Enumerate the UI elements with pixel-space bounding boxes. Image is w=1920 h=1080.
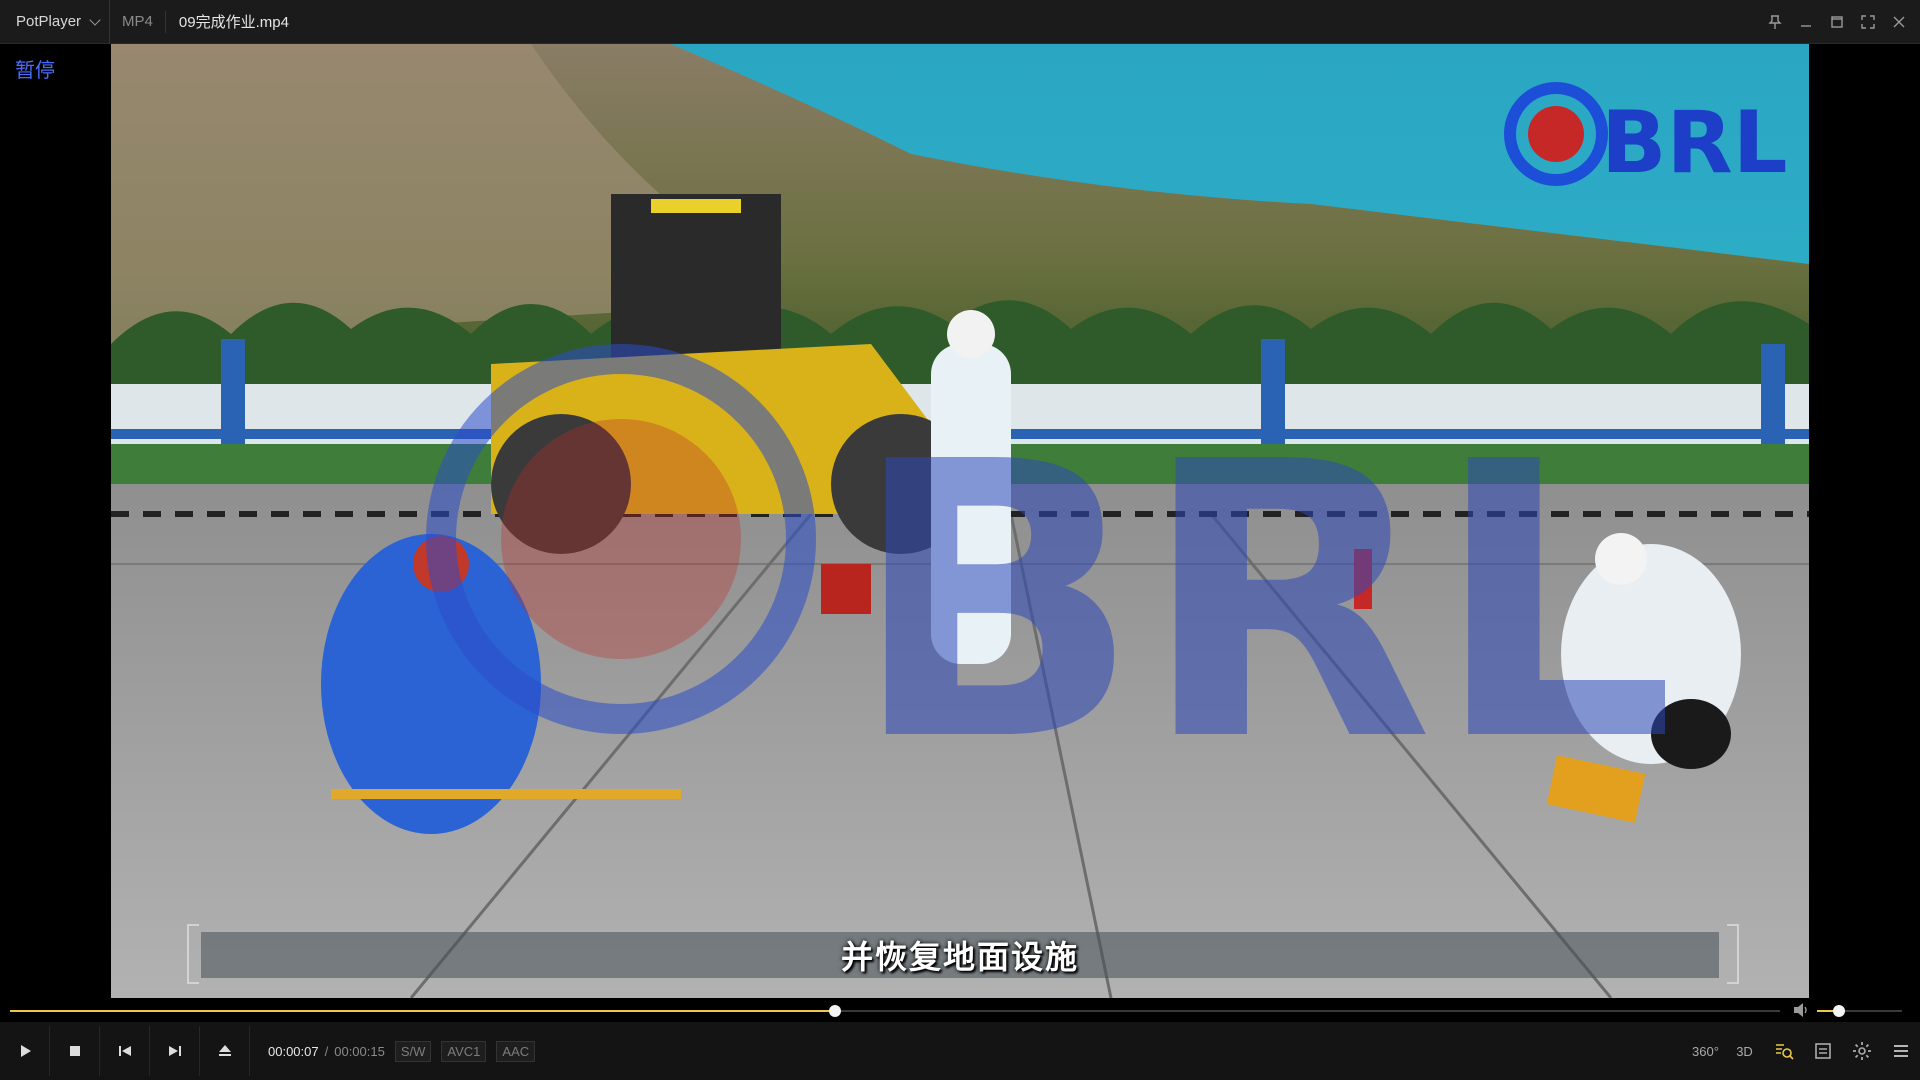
window-controls: [1759, 0, 1914, 44]
menu-button[interactable]: [1881, 1022, 1920, 1080]
time-separator: /: [324, 1043, 329, 1059]
eject-icon: [218, 1045, 231, 1056]
maximize-button[interactable]: [1821, 7, 1852, 37]
time-display[interactable]: 00:00:07 / 00:00:15 S/W AVC1 AAC: [268, 1040, 536, 1062]
hamburger-menu-icon: [1893, 1045, 1908, 1057]
seek-handle[interactable]: [828, 1005, 841, 1017]
audio-codec-tag[interactable]: AAC: [496, 1040, 536, 1062]
play-icon: [20, 1045, 31, 1057]
seek-bar[interactable]: [10, 1005, 1780, 1017]
previous-icon: [118, 1046, 131, 1056]
3d-button[interactable]: 3D: [1725, 1022, 1764, 1080]
play-button[interactable]: [0, 1026, 50, 1076]
format-label: MP4: [110, 10, 166, 33]
gear-icon: [1852, 1042, 1871, 1060]
svg-text:BRL: BRL: [1601, 93, 1788, 193]
video-scene: BRL BRL: [111, 44, 1809, 998]
app-menu-button[interactable]: PotPlayer: [0, 0, 111, 44]
minimize-button[interactable]: [1790, 7, 1821, 37]
volume-handle[interactable]: [1833, 1005, 1846, 1017]
previous-button[interactable]: [100, 1026, 150, 1076]
volume-icon[interactable]: [1792, 1002, 1810, 1018]
seek-row: [0, 998, 1920, 1022]
stop-button[interactable]: [50, 1026, 100, 1076]
close-icon: [1893, 16, 1904, 28]
close-button[interactable]: [1883, 7, 1914, 37]
fullscreen-button[interactable]: [1852, 7, 1883, 37]
osd-status: 暂停: [15, 60, 55, 82]
playlist-search-icon: [1775, 1044, 1794, 1060]
vr-360-icon: 360°: [1692, 1043, 1719, 1059]
current-time: 00:00:07: [268, 1043, 319, 1059]
3d-icon: 3D: [1736, 1043, 1753, 1059]
stop-icon: [69, 1046, 80, 1056]
chapter-button[interactable]: [1803, 1022, 1842, 1080]
seek-progress: [10, 1010, 835, 1012]
pin-icon: [1767, 15, 1782, 29]
playlist-search-button[interactable]: [1764, 1022, 1803, 1080]
svg-text:BRL: BRL: [851, 381, 1675, 824]
pin-button[interactable]: [1759, 7, 1790, 37]
control-bar: 00:00:07 / 00:00:15 S/W AVC1 AAC 360° 3D: [0, 1022, 1920, 1080]
vr-360-button[interactable]: 360°: [1686, 1022, 1725, 1080]
settings-button[interactable]: [1842, 1022, 1881, 1080]
eject-button[interactable]: [200, 1026, 250, 1076]
subtitle-bracket-right: [1727, 924, 1739, 984]
video-frame[interactable]: BRL BRL 并恢复地面设施: [111, 44, 1809, 998]
volume-slider[interactable]: [1817, 1005, 1902, 1017]
next-button[interactable]: [150, 1026, 200, 1076]
video-codec-tag[interactable]: AVC1: [441, 1040, 487, 1062]
video-area[interactable]: 暂停 BRL BRL 并恢复地面设施: [0, 44, 1920, 998]
chevron-down-icon: [89, 13, 101, 26]
right-controls: 360° 3D: [1686, 1022, 1920, 1080]
decoder-tag[interactable]: S/W: [394, 1040, 432, 1062]
duration: 00:00:15: [334, 1043, 385, 1059]
next-icon: [168, 1046, 181, 1056]
subtitle-bracket-left: [187, 924, 199, 984]
fullscreen-icon: [1860, 15, 1875, 29]
file-title: 09完成作业.mp4: [178, 14, 289, 31]
subtitle-text: 并恢复地面设施: [201, 932, 1719, 978]
minimize-icon: [1800, 25, 1811, 27]
app-name: PotPlayer: [16, 13, 82, 30]
title-bar: PotPlayer MP4 09完成作业.mp4: [0, 0, 1920, 44]
maximize-icon: [1830, 16, 1843, 28]
chapter-icon: [1814, 1043, 1831, 1059]
